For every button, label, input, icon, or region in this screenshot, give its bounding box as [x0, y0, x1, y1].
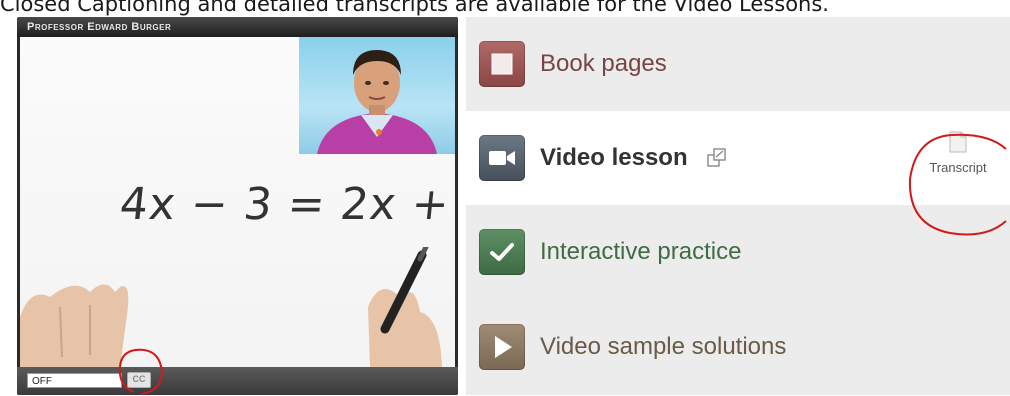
closed-captions-button[interactable]: CC — [127, 372, 151, 388]
resource-menu: Book pages Video lesson Transcript Inter… — [466, 17, 1010, 395]
hands-illustration — [20, 247, 442, 367]
equation-text: 4x − 3 = 2x + 5 — [117, 179, 455, 230]
player-title: Professor Edward Burger — [17, 17, 458, 37]
menu-item-label: Interactive practice — [540, 237, 742, 265]
menu-item-video-sample-solutions[interactable]: Video sample solutions — [466, 298, 1010, 395]
video-player[interactable]: Professor Edward Burger 4x − 3 = 2x + 5 — [17, 17, 458, 395]
document-icon — [949, 131, 967, 153]
player-controls: OFF CC — [17, 367, 458, 395]
caption-text: Closed Captioning and detailed transcrip… — [0, 0, 829, 16]
video-camera-icon — [479, 135, 525, 181]
menu-item-label: Video lesson — [540, 144, 688, 171]
checkmark-icon — [479, 228, 525, 275]
menu-item-label: Video sample solutions — [540, 332, 787, 360]
play-icon — [479, 323, 525, 370]
menu-item-label: Book pages — [540, 50, 667, 77]
transcript-label: Transcript — [929, 160, 987, 175]
caption-language-select[interactable]: OFF — [27, 373, 122, 388]
menu-item-interactive-practice[interactable]: Interactive practice — [466, 205, 1010, 298]
menu-item-video-lesson[interactable]: Video lesson Transcript — [466, 111, 1010, 205]
presenter-video-inset — [299, 37, 455, 154]
transcript-button[interactable]: Transcript — [918, 131, 998, 181]
book-icon — [479, 41, 525, 87]
video-frame[interactable]: 4x − 3 = 2x + 5 — [20, 37, 455, 367]
open-new-window-icon[interactable] — [706, 147, 728, 169]
menu-item-book-pages[interactable]: Book pages — [466, 17, 1010, 111]
